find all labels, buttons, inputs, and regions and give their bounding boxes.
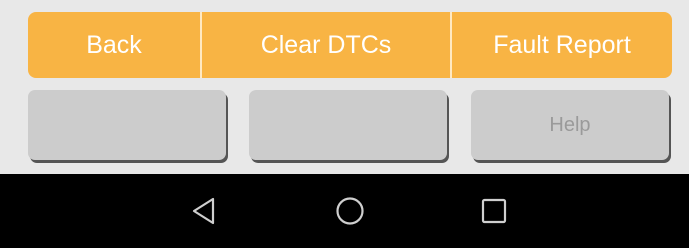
soft-key-1[interactable] [28, 90, 226, 160]
nav-recents-button[interactable] [464, 174, 524, 248]
triangle-back-icon [192, 197, 215, 225]
system-navigation-bar [0, 174, 689, 248]
soft-key-2[interactable] [249, 90, 447, 160]
app-content: Back Clear DTCs Fault Report Help [0, 0, 689, 174]
circle-home-icon [336, 197, 364, 225]
nav-back-button[interactable] [174, 174, 234, 248]
fault-report-button[interactable]: Fault Report [450, 12, 672, 78]
square-recents-icon [481, 198, 507, 224]
nav-home-button[interactable] [320, 174, 380, 248]
help-button[interactable]: Help [471, 90, 669, 160]
action-bar: Back Clear DTCs Fault Report [28, 12, 672, 78]
clear-dtcs-button[interactable]: Clear DTCs [200, 12, 450, 78]
back-button[interactable]: Back [28, 12, 200, 78]
